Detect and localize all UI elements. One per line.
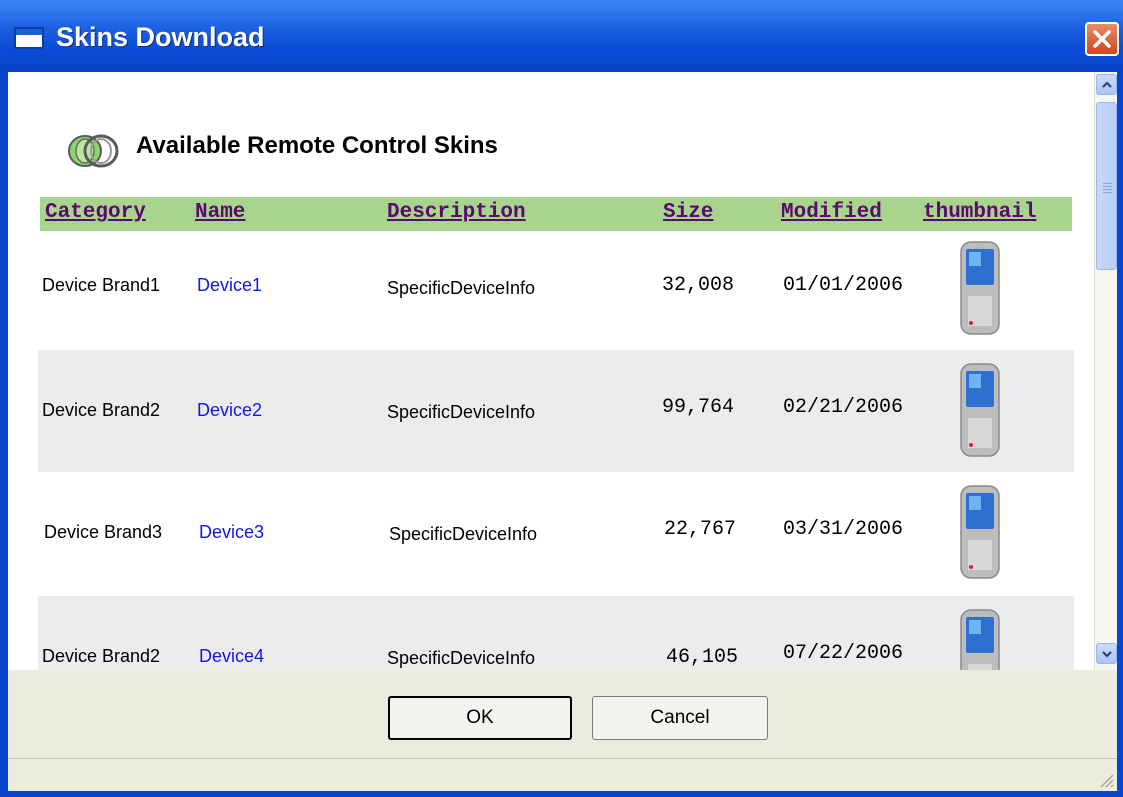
column-header-description[interactable]: Description <box>387 201 526 224</box>
device-name-link[interactable]: Device1 <box>197 275 262 296</box>
close-icon <box>1093 30 1111 48</box>
table-row: Device Brand2 Device2 SpecificDeviceInfo… <box>38 350 1074 472</box>
chevron-up-icon <box>1101 80 1112 88</box>
device-name-link[interactable]: Device4 <box>199 646 264 667</box>
size-cell: 22,767 <box>664 518 737 541</box>
table-header-row: Category Name Description Size Modified … <box>40 197 1072 231</box>
status-bar-divider <box>8 758 1117 761</box>
table-row: Device Brand1 Device1 SpecificDeviceInfo… <box>38 232 1074 354</box>
handheld-device-icon[interactable] <box>956 608 1004 670</box>
description-cell: SpecificDeviceInfo <box>387 278 536 298</box>
vertical-scrollbar[interactable] <box>1094 72 1117 670</box>
handheld-device-icon[interactable] <box>956 240 1004 336</box>
column-header-modified[interactable]: Modified <box>781 201 882 224</box>
window-frame-bottom <box>0 791 1123 797</box>
scrollbar-thumb[interactable] <box>1096 102 1117 270</box>
device-name-link[interactable]: Device3 <box>199 522 264 543</box>
modified-cell: 03/31/2006 <box>783 518 904 541</box>
skins-content-area[interactable]: Available Remote Control Skins Category … <box>8 72 1094 670</box>
table-row: Device Brand2 Device4 SpecificDeviceInfo… <box>38 596 1074 670</box>
category-cell: Device Brand2 <box>42 646 161 666</box>
scroll-up-button[interactable] <box>1096 74 1117 95</box>
modified-cell: 02/21/2006 <box>783 396 904 419</box>
column-header-category[interactable]: Category <box>45 201 146 224</box>
column-header-size[interactable]: Size <box>663 201 713 224</box>
category-cell: Device Brand1 <box>42 275 161 295</box>
window-frame-left <box>0 72 8 797</box>
description-cell: SpecificDeviceInfo <box>389 524 538 544</box>
description-cell: SpecificDeviceInfo <box>387 402 536 422</box>
dialog-footer: OK Cancel <box>8 670 1117 791</box>
category-cell: Device Brand2 <box>42 400 161 420</box>
scroll-down-button[interactable] <box>1096 643 1117 664</box>
category-cell: Device Brand3 <box>44 522 163 542</box>
title-bar: Skins Download <box>0 0 1123 72</box>
window-icon <box>14 27 44 49</box>
description-cell: SpecificDeviceInfo <box>387 648 536 668</box>
modified-cell: 07/22/2006 <box>783 642 904 665</box>
device-name-link[interactable]: Device2 <box>197 400 262 421</box>
rings-icon <box>68 134 119 168</box>
column-header-thumbnail[interactable]: thumbnail <box>923 201 1036 224</box>
size-cell: 46,105 <box>666 646 739 669</box>
close-button[interactable] <box>1085 22 1119 56</box>
modified-cell: 01/01/2006 <box>783 274 904 297</box>
resize-grip-icon[interactable] <box>1098 772 1114 788</box>
handheld-device-icon[interactable] <box>956 484 1004 580</box>
window-frame-right <box>1117 72 1123 797</box>
table-row: Device Brand3 Device3 SpecificDeviceInfo… <box>38 472 1074 594</box>
handheld-device-icon[interactable] <box>956 362 1004 458</box>
cancel-button[interactable]: Cancel <box>592 696 768 740</box>
size-cell: 32,008 <box>662 274 735 297</box>
size-cell: 99,764 <box>662 396 735 419</box>
window-title: Skins Download <box>56 22 265 52</box>
scrollbar-grip <box>1103 183 1112 184</box>
page-heading: Available Remote Control Skins <box>136 132 498 159</box>
column-header-name[interactable]: Name <box>195 201 245 224</box>
chevron-down-icon <box>1101 650 1112 658</box>
ok-button[interactable]: OK <box>388 696 572 740</box>
